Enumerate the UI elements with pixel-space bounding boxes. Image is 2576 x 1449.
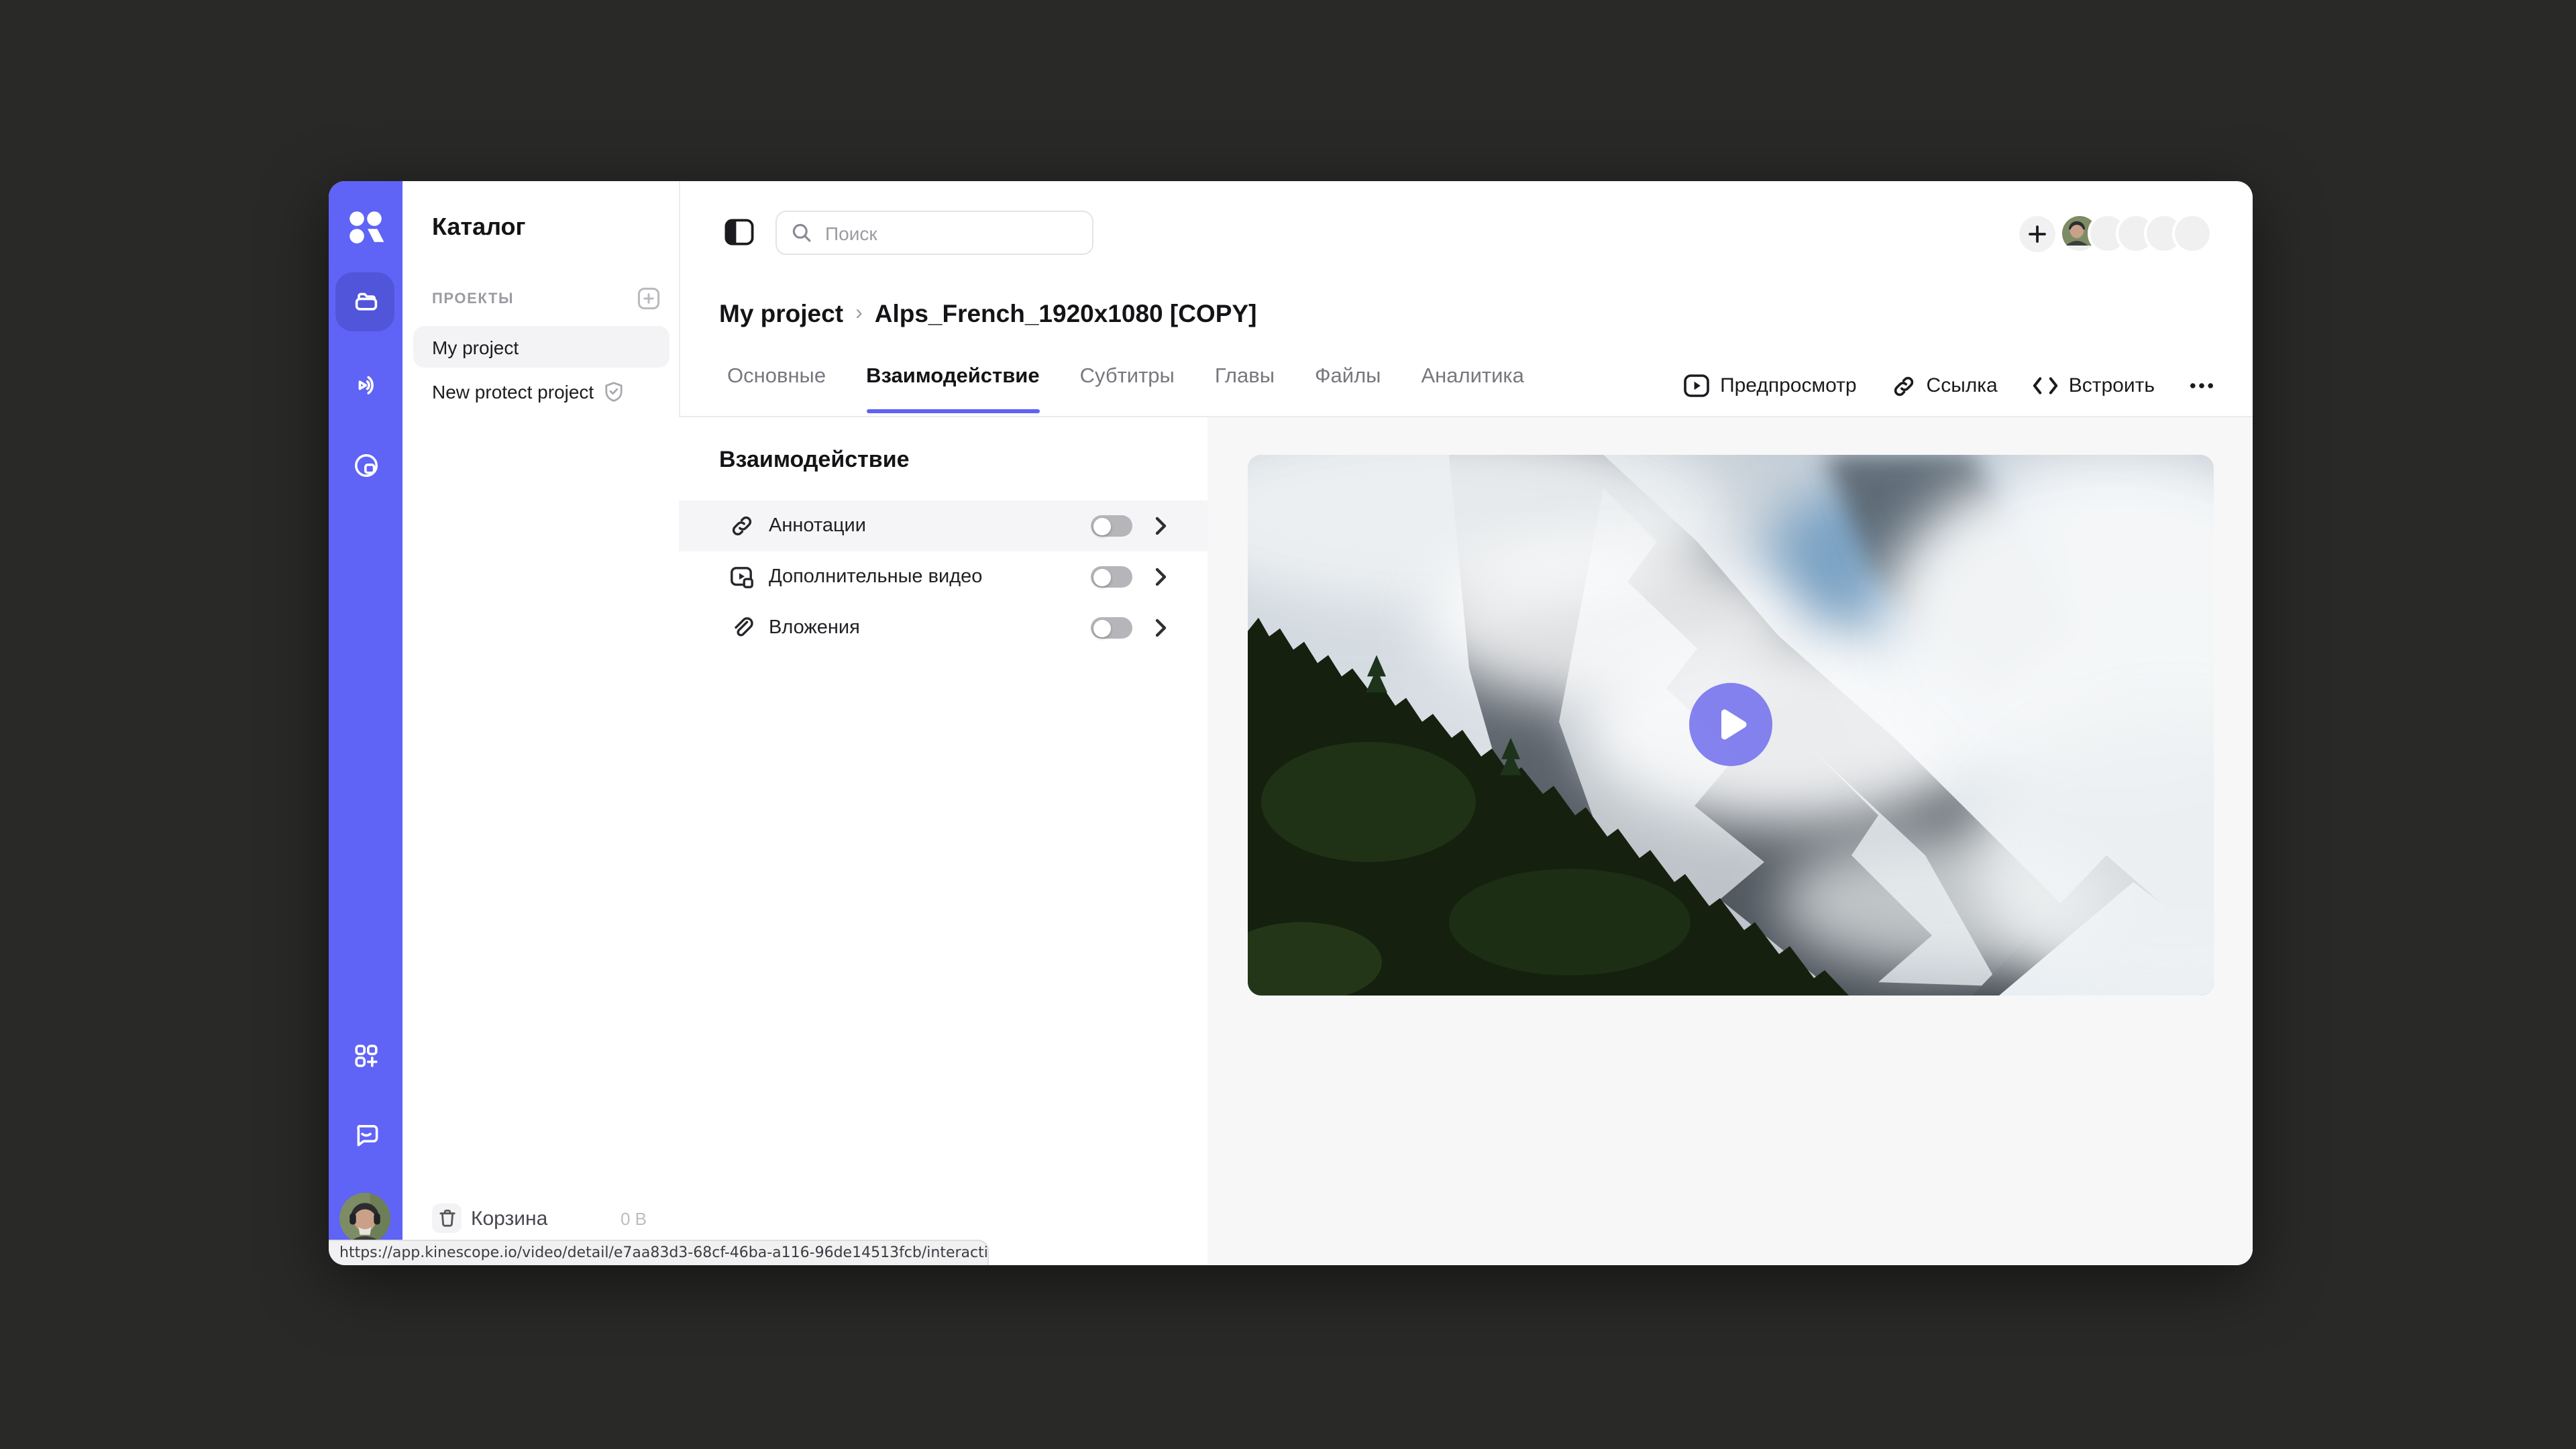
chevron-right-icon xyxy=(1155,517,1167,535)
project-name: My project xyxy=(432,336,519,358)
video-player[interactable] xyxy=(1248,455,2214,996)
player-icon[interactable] xyxy=(329,451,402,480)
link-button[interactable]: Ссылка xyxy=(1892,374,1998,398)
embed-button[interactable]: Встроить xyxy=(2033,374,2155,397)
desktop: Каталог ПРОЕКТЫ My project New protect p… xyxy=(0,0,2576,1449)
catalog-panel: Каталог ПРОЕКТЫ My project New protect p… xyxy=(402,181,680,1265)
app-window: Каталог ПРОЕКТЫ My project New protect p… xyxy=(329,181,2253,1265)
chevron-right-icon xyxy=(1155,619,1167,637)
play-icon xyxy=(1719,708,1748,741)
member-avatar-placeholder xyxy=(2172,213,2212,254)
chevron-right-icon xyxy=(1155,568,1167,586)
tab-subtitles[interactable]: Субтитры xyxy=(1080,356,1175,416)
main-area: My project › Alps_French_1920x1080 [COPY… xyxy=(679,181,2253,1265)
link-icon xyxy=(1892,374,1916,398)
code-icon xyxy=(2033,376,2058,396)
kinescope-logo-icon[interactable] xyxy=(329,208,402,248)
annotations-toggle[interactable] xyxy=(1091,515,1132,537)
attachments-toggle[interactable] xyxy=(1091,617,1132,639)
attachments-paperclip-icon xyxy=(730,616,754,640)
catalog-title: Каталог xyxy=(432,213,525,241)
search-icon xyxy=(792,223,812,243)
panel-title: Взаимодействие xyxy=(719,447,910,474)
plus-icon xyxy=(2029,225,2046,242)
support-chat-icon[interactable] xyxy=(329,1120,402,1150)
sidebar-collapse-button[interactable] xyxy=(724,219,754,246)
more-button[interactable] xyxy=(2190,382,2214,389)
tab-main[interactable]: Основные xyxy=(727,356,826,416)
search-input[interactable] xyxy=(822,221,1069,245)
breadcrumb-separator: › xyxy=(855,302,863,326)
interaction-row-extra-videos[interactable]: Дополнительные видео xyxy=(679,551,1208,602)
tab-interactions[interactable]: Взаимодействие xyxy=(866,356,1040,416)
projects-section-label: ПРОЕКТЫ xyxy=(432,290,514,307)
action-bar: Предпросмотр Ссылка Встроить xyxy=(1684,356,2214,416)
tab-analytics[interactable]: Аналитика xyxy=(1421,356,1523,416)
extra-videos-icon xyxy=(730,565,754,589)
live-stream-icon[interactable] xyxy=(329,370,402,400)
breadcrumb: My project › Alps_French_1920x1080 [COPY… xyxy=(719,299,1256,329)
extra-videos-toggle[interactable] xyxy=(1091,566,1132,588)
trash-row[interactable]: Корзина 0 B xyxy=(432,1201,647,1236)
nav-rail xyxy=(329,181,402,1265)
user-avatar[interactable] xyxy=(339,1193,390,1244)
plus-square-icon xyxy=(637,287,660,310)
preview-button[interactable]: Предпросмотр xyxy=(1684,374,1856,397)
preview-play-icon xyxy=(1684,374,1709,397)
tab-bar: Основные Взаимодействие Субтитры Главы Ф… xyxy=(727,356,1524,416)
status-url-tooltip: https://app.kinescope.io/video/detail/e7… xyxy=(329,1240,989,1265)
project-item-my-project[interactable]: My project xyxy=(413,326,669,368)
interaction-row-annotations[interactable]: Аннотации xyxy=(679,500,1208,551)
interactions-panel: Взаимодействие Аннотации xyxy=(679,417,1208,1265)
annotations-link-icon xyxy=(730,514,754,538)
page-title: Alps_French_1920x1080 [COPY] xyxy=(875,299,1257,329)
trash-icon xyxy=(432,1203,462,1233)
shield-check-icon xyxy=(603,380,623,402)
project-name: New protect project xyxy=(432,380,594,402)
tab-chapters[interactable]: Главы xyxy=(1215,356,1275,416)
interaction-row-attachments[interactable]: Вложения xyxy=(679,602,1208,653)
ellipsis-icon xyxy=(2190,382,2214,389)
tab-files[interactable]: Файлы xyxy=(1315,356,1381,416)
members-stack xyxy=(2019,213,2212,254)
breadcrumb-project[interactable]: My project xyxy=(719,299,843,329)
trash-label: Корзина xyxy=(471,1207,547,1230)
search-box xyxy=(775,211,1093,255)
project-item-new-protect-project[interactable]: New protect project xyxy=(413,370,669,412)
video-canvas-area xyxy=(1208,417,2253,1265)
add-project-button[interactable] xyxy=(637,287,660,310)
projects-folder-icon[interactable] xyxy=(329,287,402,317)
play-button[interactable] xyxy=(1689,683,1772,766)
add-member-button[interactable] xyxy=(2019,215,2055,252)
trash-size: 0 B xyxy=(621,1208,647,1228)
apps-add-icon[interactable] xyxy=(329,1041,402,1071)
